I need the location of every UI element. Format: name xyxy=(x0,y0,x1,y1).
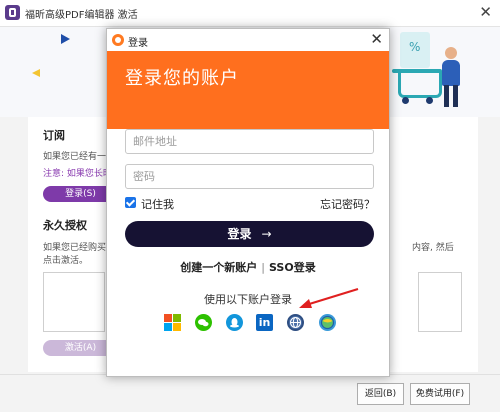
sso-login-link[interactable]: SSO登录 xyxy=(269,261,316,274)
email-field[interactable] xyxy=(125,129,374,154)
login-dialog-titlebar: 登录 ✕ xyxy=(107,29,389,51)
login-dialog: 登录 ✕ 登录您的账户 记住我 忘记密码？ 登录→ 创建一个新账户|SSO登录 … xyxy=(106,28,390,377)
activation-footer: 返回(B) 免费试用(F) xyxy=(0,374,500,412)
annotation-arrow-icon xyxy=(299,287,359,308)
person-illustration xyxy=(453,85,458,107)
subscription-note: 注意: 如果您长时 xyxy=(43,169,112,179)
forgot-password-link[interactable]: 忘记密码？ xyxy=(320,196,375,212)
perpetual-desc-line1: 如果您已经购买 xyxy=(43,243,107,253)
decor-triangle-icon xyxy=(32,69,40,77)
subscription-desc: 如果您已经有一个 xyxy=(43,152,116,162)
remember-me-checkbox[interactable] xyxy=(125,197,136,208)
cart-wheel-illustration xyxy=(402,97,409,104)
perpetual-title: 永久授权 xyxy=(43,219,87,232)
arrow-right-icon: → xyxy=(261,227,272,241)
license-key-input[interactable] xyxy=(43,272,105,332)
decor-triangle-icon xyxy=(61,34,70,44)
license-key-input-right[interactable] xyxy=(418,272,462,332)
email-input[interactable] xyxy=(126,130,373,153)
password-field[interactable] xyxy=(125,164,374,189)
microsoft-icon[interactable] xyxy=(164,314,181,331)
activation-close-icon[interactable]: ✕ xyxy=(479,3,492,21)
cart-wheel-illustration xyxy=(426,97,433,104)
qq-icon[interactable] xyxy=(226,314,243,331)
remember-me-label[interactable]: 记住我 xyxy=(141,196,174,212)
discount-card-illustration xyxy=(400,32,430,68)
app-logo-icon xyxy=(5,5,20,20)
person-illustration xyxy=(445,47,457,59)
login-button-label: 登录 xyxy=(227,227,252,241)
foxit-logo-icon xyxy=(112,34,124,46)
login-dialog-close-icon[interactable]: ✕ xyxy=(370,30,383,48)
perpetual-desc-line2: 点击激活。 xyxy=(43,256,89,266)
free-trial-button[interactable]: 免费试用(F) xyxy=(410,383,470,405)
perpetual-desc-right: 内容, 然后 xyxy=(412,243,454,253)
login-dialog-title: 登录 xyxy=(128,38,148,49)
web-icon[interactable] xyxy=(287,314,304,331)
activation-window-title: 福昕高级PDF编辑器 激活 xyxy=(25,10,138,21)
person-illustration xyxy=(444,85,449,107)
person-illustration xyxy=(442,60,460,86)
sso-globe-icon[interactable] xyxy=(319,314,336,331)
linkedin-icon[interactable]: in xyxy=(256,314,273,331)
wechat-icon[interactable] xyxy=(195,314,212,331)
subscription-title: 订阅 xyxy=(43,129,65,142)
login-heading: 登录您的账户 xyxy=(125,68,239,89)
password-input[interactable] xyxy=(126,165,373,188)
login-header-banner xyxy=(107,51,389,129)
back-button[interactable]: 返回(B) xyxy=(357,383,404,405)
account-links: 创建一个新账户 | SSO登录 xyxy=(107,259,389,275)
activation-titlebar: 福昕高级PDF编辑器 激活 ✕ xyxy=(0,0,500,27)
login-button[interactable]: 登录 → xyxy=(125,221,374,247)
link-separator: | xyxy=(261,261,265,274)
create-account-link[interactable]: 创建一个新账户 xyxy=(180,261,257,274)
shopping-cart-illustration xyxy=(398,71,442,98)
